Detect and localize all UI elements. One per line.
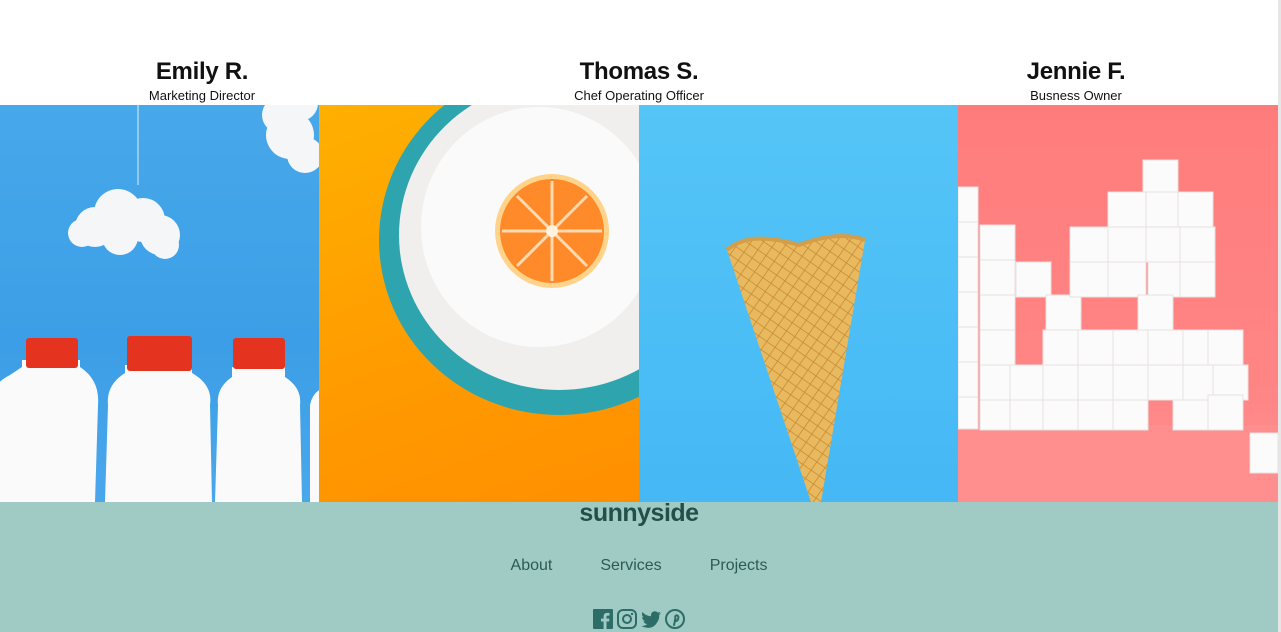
social-links [0,609,1278,629]
twitter-icon[interactable] [641,609,661,629]
person-name: Jennie F. [1026,58,1126,85]
person-role: Busness Owner [1030,88,1122,103]
footer-nav-services[interactable]: Services [600,557,661,575]
instagram-icon[interactable] [617,609,637,629]
footer-logo[interactable]: sunnyside [0,499,1278,528]
person-name: Emily R. [155,58,249,85]
footer-nav: About Services Projects [0,557,1278,575]
milk-bottles-image [0,105,319,502]
testimonial-emily: Emily R. Marketing Director [102,57,302,105]
gallery [0,105,1278,502]
person-role: Chef Operating Officer [574,88,704,103]
footer-nav-projects[interactable]: Projects [710,557,768,575]
person-role: Marketing Director [148,88,256,103]
person-name: Thomas S. [579,58,699,85]
testimonial-jennie: Jennie F. Busness Owner [976,57,1176,105]
ice-cream-cone-image [639,105,958,502]
pinterest-icon[interactable] [665,609,685,629]
sugar-cubes-image [958,105,1278,502]
orange-plate-image [319,105,639,502]
footer-nav-about[interactable]: About [511,557,553,575]
facebook-icon[interactable] [593,609,613,629]
testimonial-thomas: Thomas S. Chef Operating Officer [539,57,739,105]
footer: sunnyside About Services Projects [0,499,1278,632]
testimonials-section: Emily R. Marketing Director Thomas S. Ch… [0,0,1278,105]
